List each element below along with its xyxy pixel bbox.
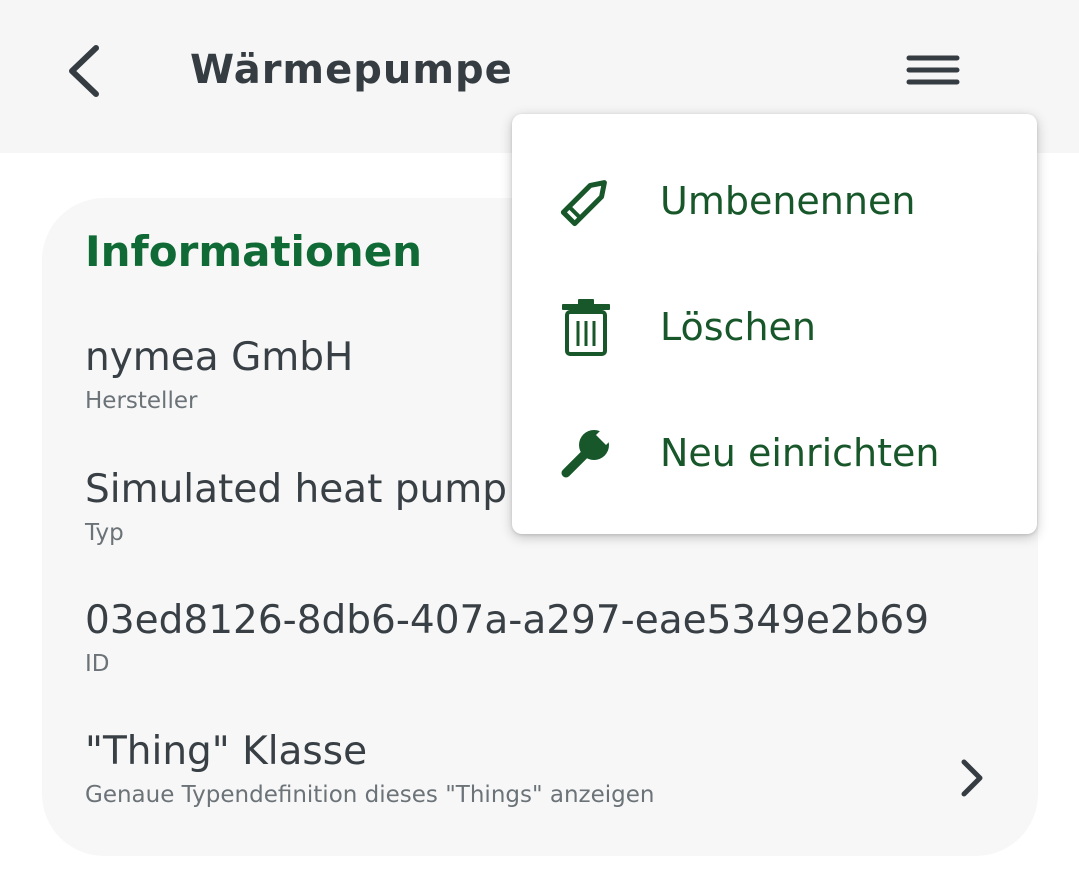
chevron-right-icon (954, 756, 990, 800)
info-row-thing-class[interactable]: "Thing" Klasse Genaue Typendefinition di… (42, 726, 1038, 836)
hamburger-menu-icon (906, 55, 960, 85)
menu-item-delete[interactable]: Löschen (512, 264, 1037, 390)
manufacturer-value: nymea GmbH (85, 335, 354, 380)
info-row-id: 03ed8126-8db6-407a-a297-eae5349e2b69 ID (42, 595, 1038, 705)
menu-item-rename[interactable]: Umbenennen (512, 138, 1037, 264)
card-heading: Informationen (85, 227, 423, 276)
context-menu: Umbenennen Löschen Neu einrichten (512, 114, 1037, 534)
wrench-icon (556, 423, 616, 483)
type-label: Typ (85, 520, 124, 546)
pencil-icon (556, 171, 616, 231)
rename-label: Umbenennen (660, 179, 916, 223)
manufacturer-label: Hersteller (85, 388, 198, 414)
id-label: ID (85, 651, 110, 677)
back-button[interactable] (58, 40, 114, 102)
menu-button[interactable] (900, 44, 966, 96)
thing-class-label: Genaue Typendefinition dieses "Things" a… (85, 782, 655, 808)
id-value: 03ed8126-8db6-407a-a297-eae5349e2b69 (85, 598, 930, 643)
page-title: Wärmepumpe (190, 47, 513, 93)
trash-icon (556, 297, 616, 357)
menu-item-reconfigure[interactable]: Neu einrichten (512, 390, 1037, 516)
delete-label: Löschen (660, 305, 816, 349)
chevron-left-icon (69, 45, 99, 97)
reconfigure-label: Neu einrichten (660, 431, 940, 475)
thing-class-value: "Thing" Klasse (85, 729, 368, 774)
type-value: Simulated heat pump (85, 467, 507, 512)
